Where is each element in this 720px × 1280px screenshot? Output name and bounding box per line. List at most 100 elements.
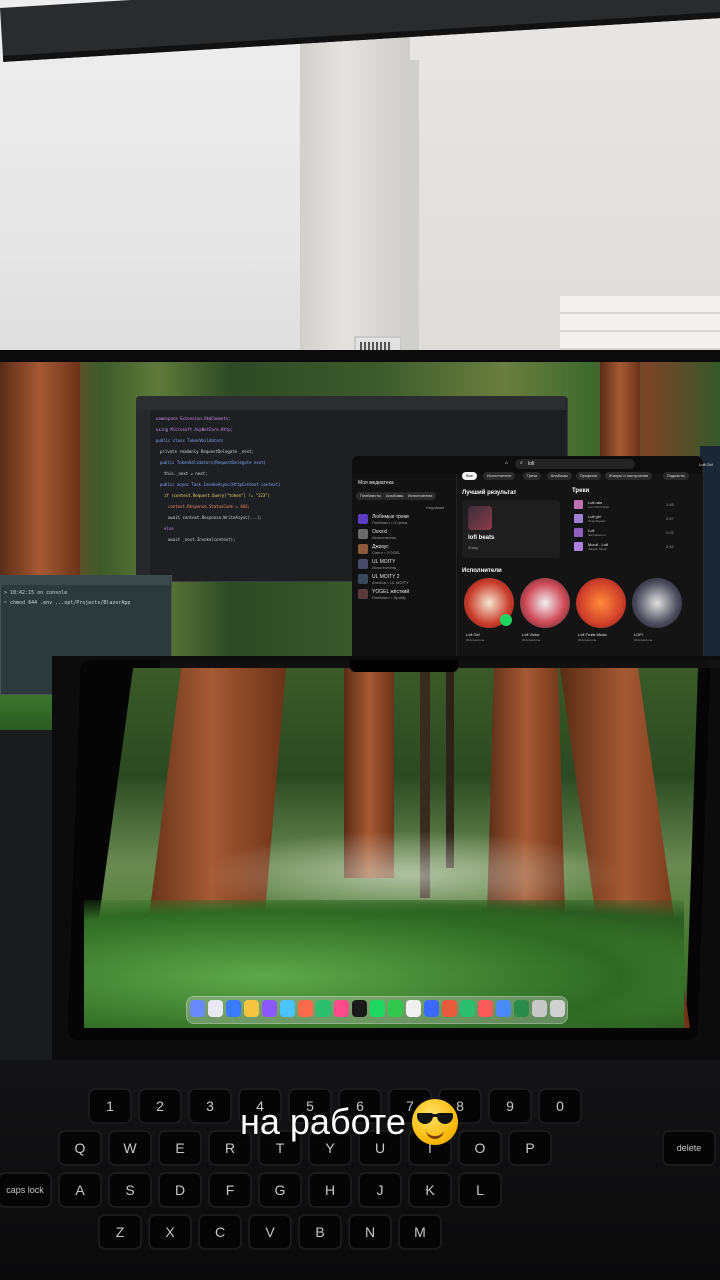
library-item-cover[interactable]	[358, 514, 368, 524]
terminal-icon[interactable]	[352, 1000, 367, 1017]
filter-chip[interactable]: Треки	[522, 472, 542, 480]
filter-chip[interactable]: Жанры и настроения	[605, 472, 653, 480]
track-duration: 2:47	[666, 516, 674, 521]
vscode-icon[interactable]	[496, 1000, 511, 1017]
track-cover	[574, 542, 583, 551]
key-h[interactable]: H	[310, 1174, 350, 1206]
key-e[interactable]: E	[160, 1132, 200, 1164]
key-b[interactable]: B	[300, 1216, 340, 1248]
finder-icon[interactable]	[190, 1000, 205, 1017]
excel-icon[interactable]	[514, 1000, 529, 1017]
app-icon[interactable]	[442, 1000, 457, 1017]
library-sort-recent[interactable]: Недавние	[426, 505, 444, 510]
key-w[interactable]: W	[110, 1132, 150, 1164]
safari-icon[interactable]	[226, 1000, 241, 1017]
artist-name[interactable]: LOFI	[634, 632, 643, 637]
key-2[interactable]: 2	[140, 1090, 180, 1122]
key-z[interactable]: Z	[100, 1216, 140, 1248]
code-line: await context.Response.WriteAsync(...);	[168, 515, 262, 520]
track-cover	[574, 514, 583, 523]
track-artist: Vaughn Mood	[588, 547, 607, 551]
library-item-cover[interactable]	[358, 589, 368, 599]
key-l[interactable]: L	[460, 1174, 500, 1206]
key-x[interactable]: X	[150, 1216, 190, 1248]
artist-name[interactable]: Lofi Girl	[466, 632, 480, 637]
library-item-cover[interactable]	[358, 544, 368, 554]
key-m[interactable]: M	[400, 1216, 440, 1248]
tracks-label: Треки	[572, 488, 590, 494]
app-icon[interactable]	[280, 1000, 295, 1017]
key-delete[interactable]: delete	[664, 1132, 714, 1164]
library-filter-artists[interactable]: Исполнители	[404, 492, 437, 500]
app-icon[interactable]	[406, 1000, 421, 1017]
app-icon[interactable]	[424, 1000, 439, 1017]
app-icon[interactable]	[460, 1000, 475, 1017]
key-f[interactable]: F	[210, 1174, 250, 1206]
track-duration: 1:45	[666, 502, 674, 507]
emoji-mouth	[425, 1129, 444, 1139]
messages-icon[interactable]	[316, 1000, 331, 1017]
sunglasses-bridge	[429, 1114, 440, 1117]
home-icon[interactable]: ⌂	[505, 460, 508, 466]
app-icon[interactable]	[298, 1000, 313, 1017]
filter-chip[interactable]: Все	[462, 472, 477, 480]
code-line: else	[164, 526, 174, 531]
artist-name[interactable]: Lofi Fruits Music	[578, 632, 607, 637]
key-d[interactable]: D	[160, 1174, 200, 1206]
artist-type: Исполнитель	[522, 638, 541, 642]
track-cover	[574, 528, 583, 537]
filter-chip[interactable]: Исполнители	[483, 472, 516, 480]
library-item-sub: Исполнитель	[372, 535, 397, 540]
music-library-sidebar	[352, 474, 457, 674]
spotify-icon[interactable]	[370, 1000, 385, 1017]
top-result-label: Лучший результат	[462, 490, 517, 496]
key-0[interactable]: 0	[540, 1090, 580, 1122]
key-1[interactable]: 1	[90, 1090, 130, 1122]
track-artist: Lofi Chill & Rain	[588, 505, 610, 509]
whatsapp-icon[interactable]	[388, 1000, 403, 1017]
key-n[interactable]: N	[350, 1216, 390, 1248]
key-o[interactable]: O	[460, 1132, 500, 1164]
key-9[interactable]: 9	[490, 1090, 530, 1122]
music-icon[interactable]	[334, 1000, 349, 1017]
artist-avatar[interactable]	[576, 578, 626, 628]
notes-icon[interactable]	[244, 1000, 259, 1017]
key-g[interactable]: G	[260, 1174, 300, 1206]
key-caps-lock[interactable]: caps lock	[0, 1174, 50, 1206]
filter-chip[interactable]: Профили	[575, 472, 602, 480]
artist-avatar[interactable]	[632, 578, 682, 628]
key-q[interactable]: Q	[60, 1132, 100, 1164]
library-filter-playlists[interactable]: Плейлисты	[356, 492, 385, 500]
filter-chip[interactable]: Подкасты	[662, 472, 689, 480]
app-icon[interactable]	[478, 1000, 493, 1017]
code-line: this._next = next;	[164, 471, 208, 476]
key-a[interactable]: A	[60, 1174, 100, 1206]
artist-avatar[interactable]	[520, 578, 570, 628]
code-line: namespace Extension.OkdComents;	[156, 416, 231, 421]
trash-icon[interactable]	[550, 1000, 565, 1017]
artist-name[interactable]: Lofi Victor	[522, 632, 540, 637]
code-line: await _next.Invoke(context);	[168, 537, 236, 542]
terminal-title-bar[interactable]	[0, 575, 170, 585]
code-editor-tab-bar[interactable]	[136, 396, 566, 410]
key-3[interactable]: 3	[190, 1090, 230, 1122]
key-c[interactable]: C	[200, 1216, 240, 1248]
launchpad-icon[interactable]	[208, 1000, 223, 1017]
track-duration: 2:22	[666, 530, 674, 535]
top-result-cover	[468, 506, 492, 530]
downloads-icon[interactable]	[532, 1000, 547, 1017]
key-k[interactable]: K	[410, 1174, 450, 1206]
terminal-line: ~ chmod 644 .env ...opt/Projects/BlazorA…	[4, 600, 131, 606]
filter-chip[interactable]: Альбомы	[546, 472, 572, 480]
key-s[interactable]: S	[110, 1174, 150, 1206]
library-item-cover[interactable]	[358, 574, 368, 584]
app-icon[interactable]	[262, 1000, 277, 1017]
key-p[interactable]: P	[510, 1132, 550, 1164]
key-v[interactable]: V	[250, 1216, 290, 1248]
library-item-cover[interactable]	[358, 559, 368, 569]
library-item-cover[interactable]	[358, 529, 368, 539]
key-j[interactable]: J	[360, 1174, 400, 1206]
artist-type: Исполнитель	[634, 638, 653, 642]
story-caption: на работе	[240, 1096, 458, 1148]
caption-text: на работе	[240, 1101, 406, 1142]
